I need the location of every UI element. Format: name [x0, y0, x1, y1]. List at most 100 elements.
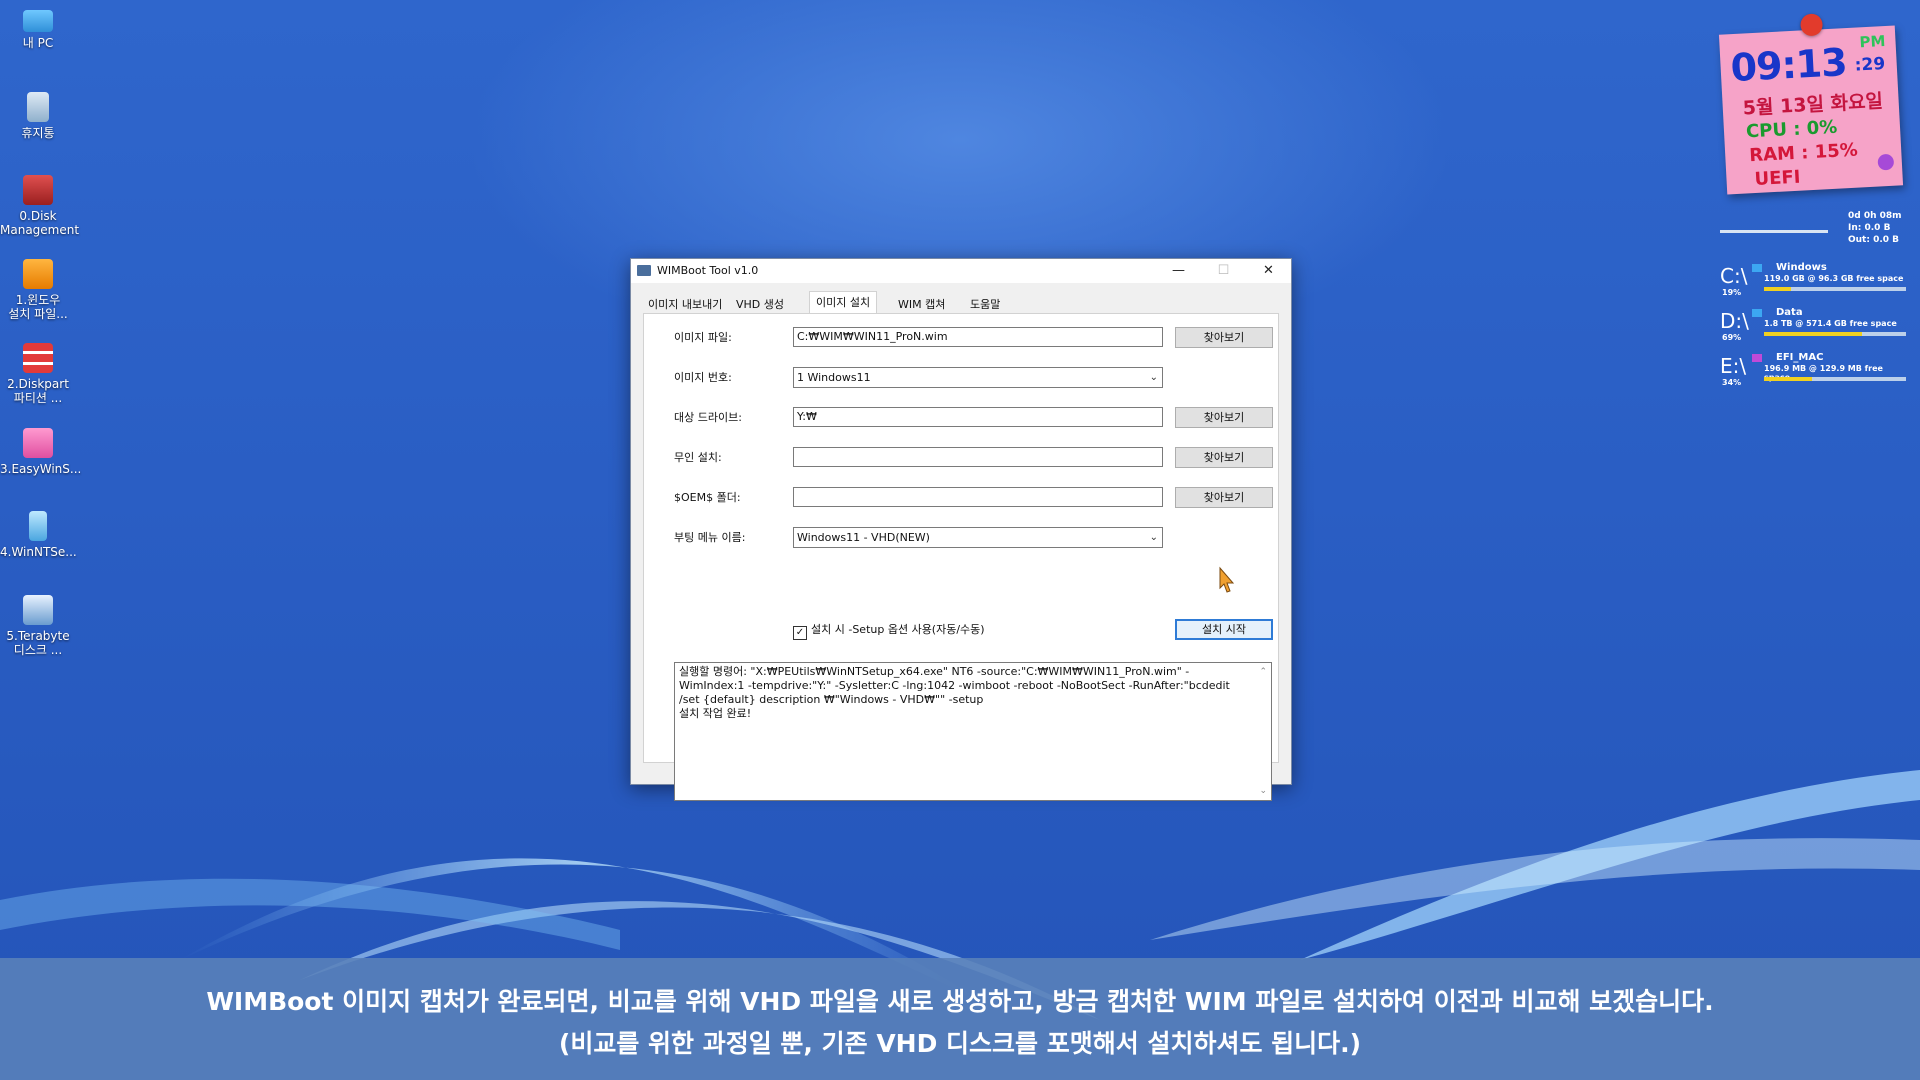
boot-menu-name-select[interactable]: Windows11 - VHD(NEW) ⌄ [793, 527, 1163, 548]
pushpin-icon [1799, 13, 1824, 37]
desktop-icon-label: 디스크 ... [13, 643, 63, 657]
target-drive-label: 대상 드라이브: [674, 411, 742, 424]
terabyte-icon [23, 595, 53, 625]
image-index-value: 1 Windows11 [797, 371, 871, 384]
drive-usage-bar [1764, 332, 1906, 336]
clock-date: 5월 13일 화요일 [1742, 90, 1884, 120]
drive-letter: D:\ [1720, 309, 1749, 333]
scroll-down-icon[interactable]: ⌄ [1259, 784, 1267, 798]
checkbox-checked-icon: ✓ [793, 626, 807, 640]
desktop-icon-my-pc[interactable]: 내 PC [0, 8, 76, 50]
desktop-icon-label: 4.WinNTSe... [0, 545, 77, 559]
winntsetup-icon [29, 511, 47, 541]
drive-usage-fill [1764, 287, 1791, 291]
easywinsetup-icon [23, 428, 53, 458]
drive-letter: E:\ [1720, 354, 1747, 378]
mouse-cursor-icon [1219, 566, 1235, 593]
chevron-down-icon: ⌄ [1149, 532, 1158, 543]
unattend-label: 무인 설치: [674, 451, 722, 464]
unattend-input[interactable] [793, 447, 1163, 467]
desktop-icon-easywinsetup[interactable]: 3.EasyWinS... [0, 428, 82, 476]
window-titlebar[interactable]: WIMBoot Tool v1.0 — ☐ ✕ [631, 259, 1291, 283]
setup-option-checkbox[interactable]: ✓ 설치 시 -Setup 옵션 사용(자동/수동) [793, 621, 985, 640]
oem-folder-label: $OEM$ 폴더: [674, 491, 741, 504]
maximize-button[interactable]: ☐ [1201, 259, 1246, 283]
boot-menu-name-label: 부팅 메뉴 이름: [674, 531, 746, 544]
minimize-button[interactable]: — [1156, 259, 1201, 283]
image-file-input[interactable]: C:₩WIM₩WIN11_ProN.wim [793, 327, 1163, 347]
drive-info: 1.8 TB @ 571.4 GB free space [1764, 319, 1897, 328]
drive-name: Windows [1776, 262, 1827, 273]
clock-gadget: PM 09:13 :29 5월 13일 화요일 CPU : 0% RAM : 1… [1718, 13, 1904, 195]
drive-usage-fill [1764, 377, 1813, 381]
cpu-usage: CPU : 0% [1745, 116, 1838, 143]
drive-usage-fill [1764, 332, 1862, 336]
oem-folder-input[interactable] [793, 487, 1163, 507]
drive-icon [1752, 309, 1762, 317]
image-index-select[interactable]: 1 Windows11 ⌄ [793, 367, 1163, 388]
app-icon [637, 265, 651, 276]
window-title: WIMBoot Tool v1.0 [657, 264, 759, 277]
settings-dot-icon[interactable] [1877, 153, 1895, 171]
desktop-icon-label: 3.EasyWinS... [0, 462, 82, 476]
drive-percent: 69% [1722, 333, 1742, 342]
browse-unattend-button[interactable]: 찾아보기 [1175, 447, 1273, 468]
image-file-label: 이미지 파일: [674, 331, 732, 344]
desktop-icon-winntsetup[interactable]: 4.WinNTSe... [0, 511, 77, 559]
command-log-text: 실행할 명령어: "X:₩PEUtils₩WinNTSetup_x64.exe"… [679, 665, 1230, 720]
drive-letter: C:\ [1720, 264, 1748, 288]
tab-help[interactable]: 도움말 [963, 293, 1007, 311]
drive-info: 119.0 GB @ 96.3 GB free space [1764, 274, 1904, 283]
browse-image-file-button[interactable]: 찾아보기 [1175, 327, 1273, 348]
desktop-icon-diskpart[interactable]: 2.Diskpart 파티션 ... [0, 343, 76, 405]
subtitle-line-2: (비교를 위한 과정일 뿐, 기존 VHD 디스크를 포맷해서 설치하셔도 됩니… [558, 1029, 1362, 1058]
chevron-down-icon: ⌄ [1149, 372, 1158, 383]
tab-image-install[interactable]: 이미지 설치 [809, 291, 878, 313]
recycle-bin-icon [27, 92, 49, 122]
drive-e: E:\ 34% EFI_MAC 196.9 MB @ 129.9 MB free… [1720, 352, 1910, 392]
net-in-text: In: 0.0 B [1848, 223, 1891, 233]
drive-name: Data [1776, 307, 1803, 318]
image-index-label: 이미지 번호: [674, 371, 732, 384]
image-install-panel: 이미지 파일: C:₩WIM₩WIN11_ProN.wim 찾아보기 이미지 번… [643, 313, 1279, 801]
desktop-icon-label: 설치 파일... [8, 307, 68, 321]
browse-oem-folder-button[interactable]: 찾아보기 [1175, 487, 1273, 508]
subtitle-line-1: WIMBoot 이미지 캡처가 완료되면, 비교를 위해 VHD 파일을 새로 … [206, 987, 1714, 1016]
net-out-text: Out: 0.0 B [1848, 235, 1900, 245]
wimboot-tool-window: WIMBoot Tool v1.0 — ☐ ✕ 이미지 내보내기 VHD 생성 … [630, 258, 1292, 801]
desktop-icon-terabyte[interactable]: 5.Terabyte 디스크 ... [0, 595, 76, 657]
scroll-up-icon[interactable]: ⌃ [1259, 665, 1267, 679]
clock-ampm: PM [1859, 32, 1886, 52]
start-install-button[interactable]: 설치 시작 [1175, 619, 1273, 640]
desktop-icon-label: 2.Diskpart [7, 377, 69, 391]
close-button[interactable]: ✕ [1246, 259, 1291, 283]
target-drive-input[interactable]: Y:₩ [793, 407, 1163, 427]
tab-wim-capture[interactable]: WIM 캡쳐 [891, 293, 952, 311]
drive-percent: 19% [1722, 288, 1742, 297]
boot-menu-name-value: Windows11 - VHD(NEW) [797, 531, 930, 544]
tab-image-export[interactable]: 이미지 내보내기 [641, 293, 729, 311]
windows-icon [1752, 264, 1762, 272]
diskpart-icon [23, 343, 53, 373]
monitor-icon [23, 10, 53, 32]
drive-name: EFI_MAC [1776, 352, 1824, 363]
boot-mode: UEFI [1754, 166, 1801, 191]
drive-percent: 34% [1722, 378, 1742, 387]
browse-target-drive-button[interactable]: 찾아보기 [1175, 407, 1273, 428]
command-log-textarea[interactable]: 실행할 명령어: "X:₩PEUtils₩WinNTSetup_x64.exe"… [674, 662, 1272, 801]
drive-c: C:\ 19% Windows 119.0 GB @ 96.3 GB free … [1720, 262, 1910, 302]
desktop-icon-label: Management [0, 223, 80, 237]
disk-management-icon [23, 175, 53, 205]
desktop-icon-label: 0.Disk [19, 209, 57, 223]
drive-d: D:\ 69% Data 1.8 TB @ 571.4 GB free spac… [1720, 307, 1910, 347]
drive-usage-bar [1764, 377, 1906, 381]
clock-seconds: :29 [1854, 54, 1886, 76]
desktop-icon-label: 5.Terabyte [6, 629, 70, 643]
windows-setup-icon [23, 259, 53, 289]
network-stats: 0d 0h 08m In: 0.0 B Out: 0.0 B [1848, 210, 1902, 246]
desktop-icon-disk-management[interactable]: 0.Disk Management [0, 175, 80, 237]
desktop-icon-recycle-bin[interactable]: 휴지통 [0, 92, 76, 140]
desktop-icon-label: 파티션 ... [13, 391, 63, 405]
tab-vhd-create[interactable]: VHD 생성 [729, 293, 791, 311]
desktop-icon-windows-setup[interactable]: 1.윈도우 설치 파일... [0, 259, 76, 321]
